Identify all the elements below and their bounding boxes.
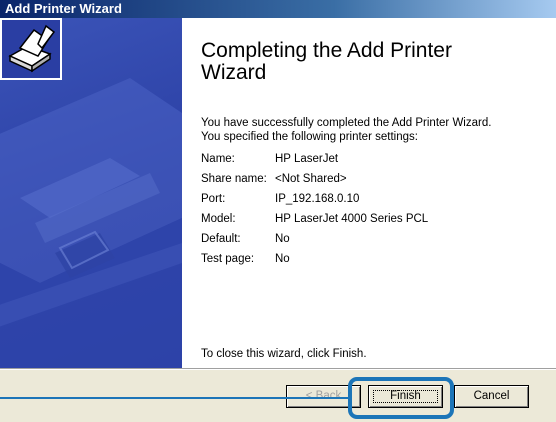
callout-pointer-line (0, 397, 350, 399)
setting-label: Name: (201, 153, 235, 165)
setting-value: <Not Shared> (275, 173, 347, 185)
close-instruction: To close this wizard, click Finish. (201, 348, 367, 360)
setting-label: Port: (201, 193, 226, 205)
message-line-2: You specified the following printer sett… (201, 131, 418, 143)
window-title: Add Printer Wizard (5, 1, 122, 16)
completion-message: You have successfully completed the Add … (201, 116, 491, 144)
button-separator (0, 368, 556, 370)
page-heading: Completing the Add Printer Wizard (201, 39, 452, 84)
title-bar[interactable]: Add Printer Wizard (0, 0, 556, 18)
setting-label: Share name: (201, 173, 267, 185)
setting-label: Default: (201, 233, 241, 245)
cancel-button[interactable]: Cancel (454, 385, 529, 408)
setting-label: Test page: (201, 253, 255, 265)
finish-highlight-callout (348, 377, 454, 419)
setting-label: Model: (201, 213, 236, 225)
wizard-side-panel (0, 18, 182, 368)
setting-value: IP_192.168.0.10 (275, 193, 360, 205)
wizard-content: Completing the Add Printer Wizard You ha… (182, 18, 556, 368)
setting-value: No (275, 233, 290, 245)
setting-value: HP LaserJet 4000 Series PCL (275, 213, 429, 225)
add-printer-wizard-window: Add Printer Wizard Completing the Add Pr… (0, 0, 556, 422)
setting-value: No (275, 253, 290, 265)
printer-wizard-icon (0, 18, 62, 80)
message-line-1: You have successfully completed the Add … (201, 117, 492, 129)
setting-value: HP LaserJet (275, 153, 339, 165)
